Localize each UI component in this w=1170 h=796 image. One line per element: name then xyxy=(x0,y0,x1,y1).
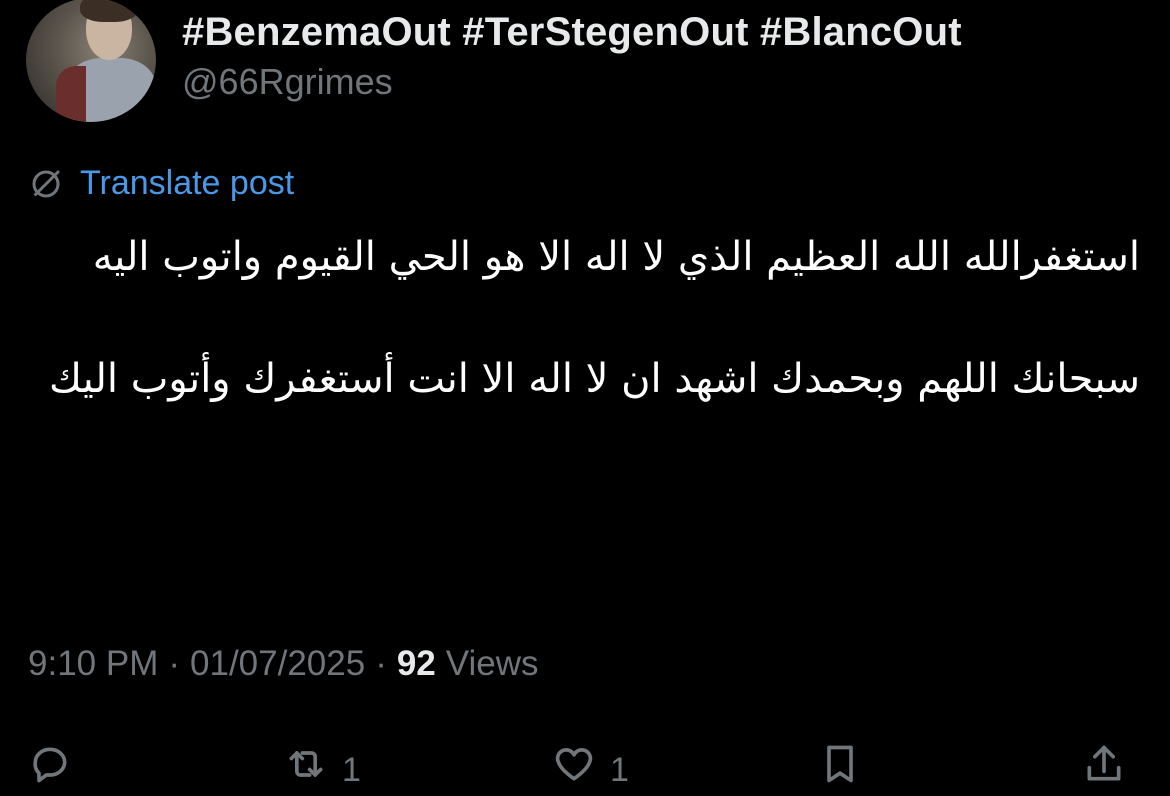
post-time[interactable]: 9:10 PM xyxy=(28,644,158,684)
repost-count: 1 xyxy=(342,751,361,789)
action-bar: 1 1 xyxy=(0,736,1170,796)
views-label[interactable]: Views xyxy=(446,644,539,684)
post-paragraph: سبحانك اللهم وبحمدك اشهد ان لا اله الا ا… xyxy=(48,356,1140,402)
repost-icon xyxy=(289,751,323,777)
post-header: #BenzemaOut #TerStegenOut #BlancOut @66R… xyxy=(26,0,962,130)
meta-separator: · xyxy=(168,644,181,683)
translate-post-label: Translate post xyxy=(80,164,295,202)
author-info: #BenzemaOut #TerStegenOut #BlancOut @66R… xyxy=(182,6,962,104)
meta-separator: · xyxy=(375,644,387,683)
share-icon xyxy=(1087,745,1121,781)
share-button[interactable] xyxy=(1082,742,1140,786)
reply-icon xyxy=(33,747,67,783)
avatar-hair xyxy=(80,0,138,22)
reply-button[interactable] xyxy=(28,742,86,786)
like-button[interactable]: 1 xyxy=(552,742,629,792)
author-handle[interactable]: @66Rgrimes xyxy=(182,60,962,104)
translate-post-button[interactable]: Translate post xyxy=(28,164,294,203)
post-text: استغفرالله الله العظيم الذي لا اله الا ه… xyxy=(28,224,1140,412)
author-display-name[interactable]: #BenzemaOut #TerStegenOut #BlancOut xyxy=(182,6,962,58)
post-paragraph: استغفرالله الله العظيم الذي لا اله الا ه… xyxy=(92,234,1140,280)
globe-slash-icon xyxy=(32,170,60,197)
repost-button[interactable]: 1 xyxy=(284,742,361,792)
heart-icon xyxy=(555,748,593,781)
views-count[interactable]: 92 xyxy=(397,644,436,684)
avatar-jacket xyxy=(56,66,86,122)
avatar[interactable] xyxy=(26,0,156,122)
bookmark-button[interactable] xyxy=(818,742,876,786)
post-date[interactable]: 01/07/2025 xyxy=(190,644,365,684)
post-meta: 9:10 PM · 01/07/2025 · 92 Views xyxy=(28,644,539,684)
bookmark-icon xyxy=(827,745,853,783)
like-count: 1 xyxy=(610,751,629,789)
